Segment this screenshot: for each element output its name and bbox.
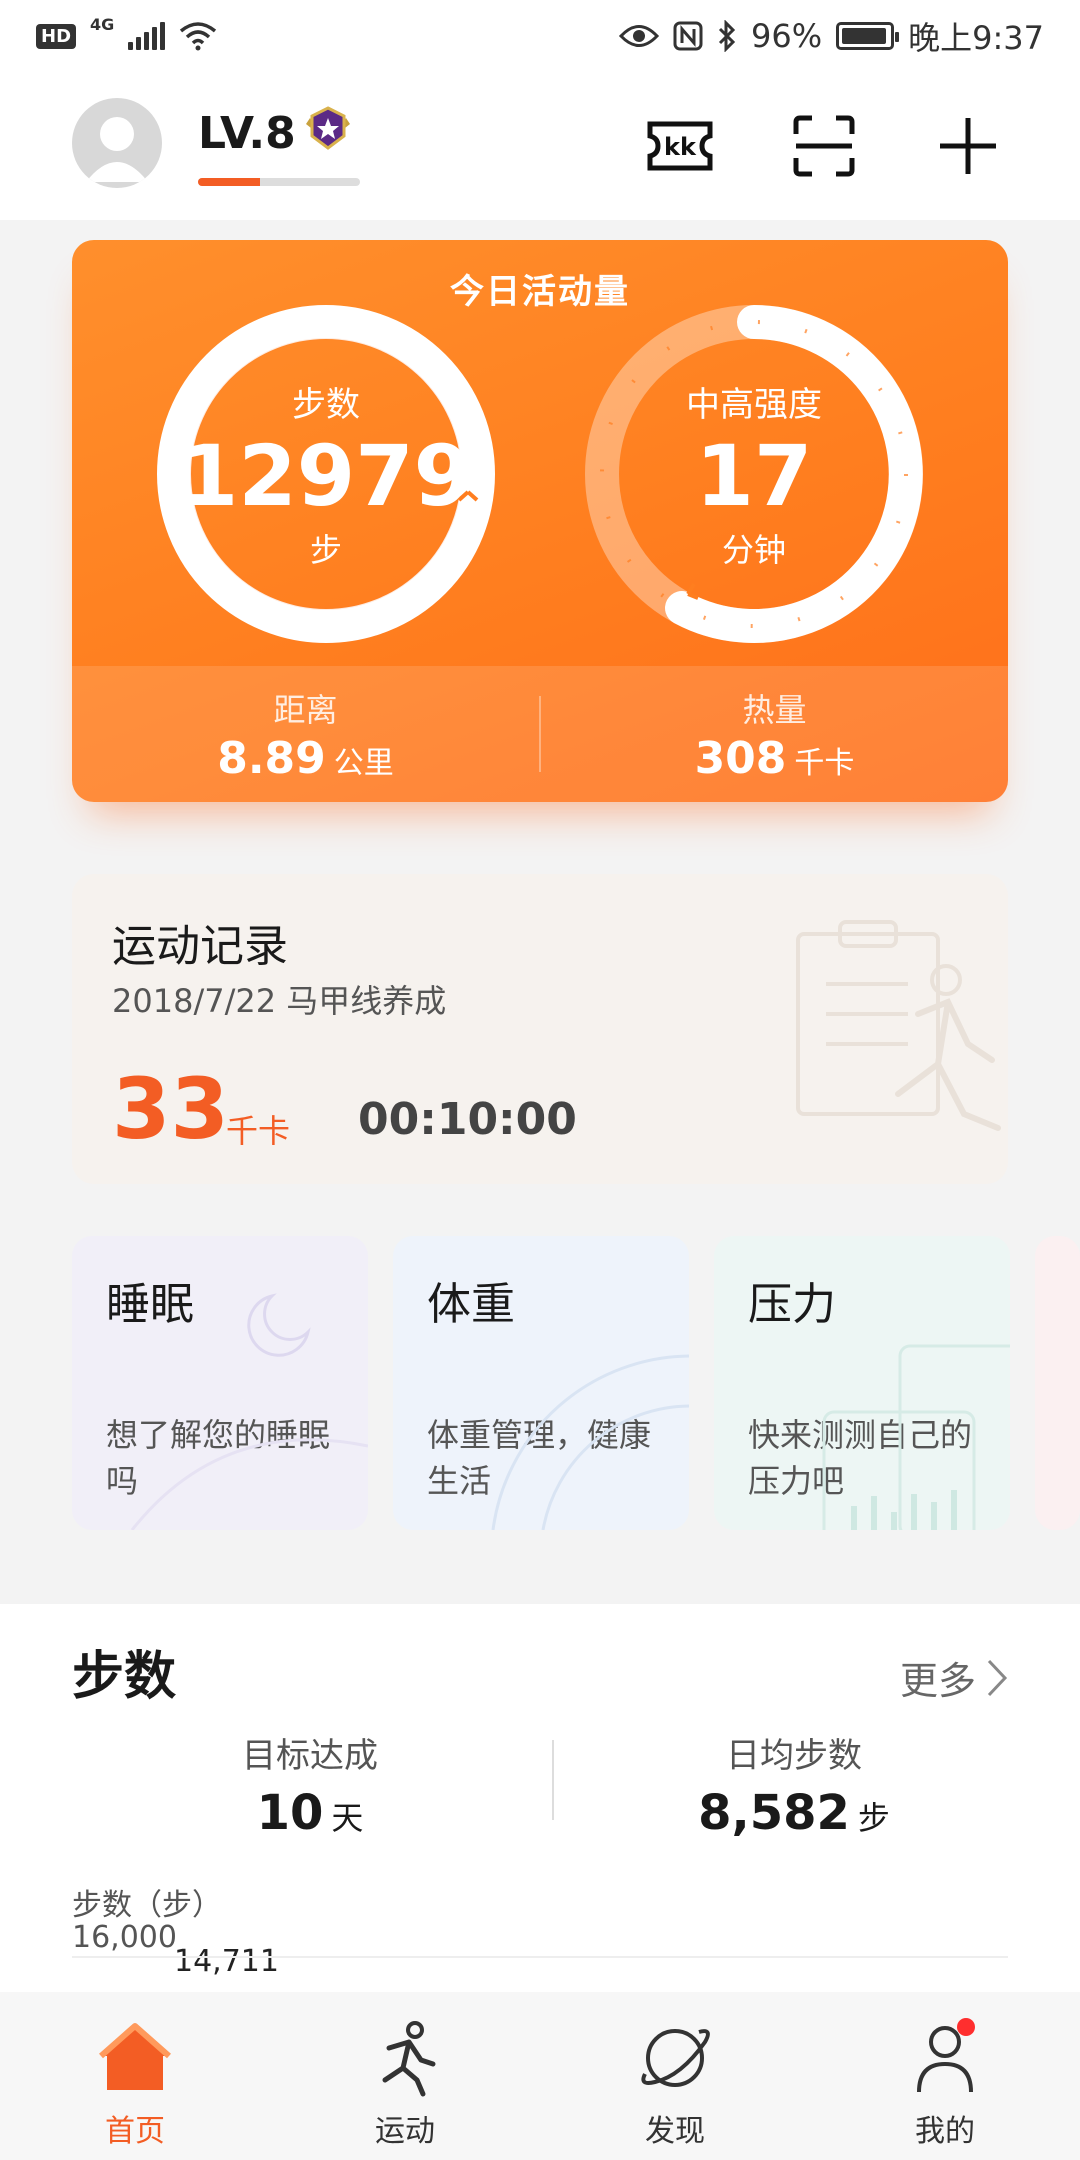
- goal-unit: 天: [331, 1799, 364, 1837]
- goal-achieved-stat: 目标达成 10 天: [100, 1728, 520, 1841]
- moon-icon: [130, 1293, 368, 1530]
- today-activity-card[interactable]: 今日活动量 步数 12979 步 中高强度 17 分钟 距离 8.89 公里 热量…: [72, 240, 1008, 802]
- nfc-icon: [673, 21, 703, 51]
- network-type: 4G: [90, 14, 115, 34]
- divider: [552, 1740, 554, 1820]
- record-duration: 00:10:00: [358, 1094, 577, 1145]
- nav-me[interactable]: 我的: [810, 1992, 1080, 2160]
- activity-footer: 距离 8.89 公里 热量 308 千卡: [72, 666, 1008, 802]
- distance-value: 8.89: [217, 732, 326, 784]
- avg-unit: 步: [857, 1799, 890, 1837]
- clipboard-runner-icon: [796, 920, 1001, 1131]
- chart-peak-label: 14,711: [174, 1944, 279, 1979]
- calories-value: 308: [694, 732, 787, 784]
- running-icon: [382, 2021, 436, 2097]
- intensity-label: 中高强度: [686, 385, 822, 426]
- nav-discover-label: 发现: [645, 2114, 705, 2149]
- bottom-nav: 首页 运动 发现 我的: [0, 1992, 1080, 2160]
- scan-icon[interactable]: [786, 112, 862, 180]
- calories-stat: 热量 308 千卡: [541, 666, 1008, 802]
- record-title: 运动记录: [112, 921, 288, 972]
- battery-percent: 96%: [751, 17, 823, 55]
- chart-gridline: [72, 1956, 1008, 1958]
- stress-chart-icon: [822, 1344, 1010, 1530]
- steps-value: 12979: [179, 427, 473, 526]
- nav-exercise[interactable]: 运动: [270, 1992, 540, 2160]
- level-badge-icon: [306, 106, 350, 150]
- distance-label: 距离: [273, 690, 338, 729]
- more-link[interactable]: 更多: [900, 1650, 1008, 1705]
- level-progress-bar: [198, 178, 360, 186]
- more-label: 更多: [899, 1659, 976, 1703]
- nav-exercise-label: 运动: [375, 2114, 435, 2149]
- wifi-icon: [180, 22, 217, 51]
- scale-icon: [491, 1354, 689, 1530]
- app-header: LV.8 kk: [0, 72, 1080, 220]
- level-label: LV.8: [198, 108, 296, 159]
- record-kcal-unit: 千卡: [226, 1112, 291, 1150]
- steps-label: 步数: [292, 385, 360, 426]
- stress-card[interactable]: 压力 快来测测自己的压力吧: [714, 1236, 1010, 1530]
- nav-discover[interactable]: 发现: [540, 1992, 810, 2160]
- goal-label: 目标达成: [242, 1736, 378, 1776]
- record-kcal: 33: [112, 1060, 229, 1158]
- daily-average-stat: 日均步数 8,582 步: [584, 1728, 1004, 1841]
- steps-unit: 步: [309, 530, 342, 569]
- workout-record-card[interactable]: 运动记录 2018/7/22 马甲线养成 33 千卡 00:10:00: [72, 874, 1008, 1184]
- nav-home-label: 首页: [105, 2114, 165, 2149]
- eye-icon: [619, 25, 659, 47]
- distance-unit: 公里: [333, 745, 394, 781]
- calories-unit: 千卡: [794, 745, 855, 781]
- heart-rate-card-partial[interactable]: [1035, 1236, 1080, 1530]
- chevron-right-icon: [987, 1659, 1008, 1696]
- goal-value: 10: [256, 1785, 324, 1841]
- hd-badge: HD: [36, 23, 77, 49]
- chart-axis-label: 步数（步）: [72, 1888, 222, 1923]
- clock: 晚上9:37: [908, 19, 1044, 57]
- avg-label: 日均步数: [726, 1736, 862, 1776]
- steps-section-title: 步数: [72, 1647, 177, 1707]
- profile-icon: [905, 2018, 985, 2098]
- calories-label: 热量: [742, 690, 807, 729]
- sleep-card[interactable]: 睡眠 想了解您的睡眠吗: [72, 1236, 368, 1530]
- avg-value: 8,582: [698, 1785, 850, 1841]
- nav-me-label: 我的: [915, 2114, 975, 2149]
- notification-dot: [957, 2018, 975, 2036]
- chart-y-max: 16,000: [72, 1920, 177, 1955]
- planet-icon: [641, 2029, 710, 2087]
- status-bar: HD 4G 96% 晚上9:37: [0, 0, 1080, 72]
- intensity-value: 17: [695, 427, 813, 526]
- intensity-unit: 分钟: [721, 530, 786, 569]
- intensity-ring-text: 中高强度 17 分钟: [584, 304, 924, 644]
- bluetooth-icon: [718, 20, 736, 52]
- avatar[interactable]: [72, 98, 162, 188]
- record-subtitle: 2018/7/22 马甲线养成: [112, 982, 447, 1020]
- signal-icon: [128, 22, 166, 50]
- svg-text:kk: kk: [664, 133, 697, 161]
- battery-icon: [836, 22, 900, 50]
- distance-stat: 距离 8.89 公里: [72, 666, 539, 802]
- ticket-kk-icon[interactable]: kk: [642, 112, 718, 180]
- nav-home[interactable]: 首页: [0, 1992, 270, 2160]
- steps-section: 步数 更多 目标达成 10 天 日均步数 8,582 步 步数（步） 16,000 …: [0, 1604, 1080, 2004]
- add-icon[interactable]: [930, 112, 1006, 180]
- steps-ring-text: 步数 12979 步: [156, 304, 496, 644]
- home-icon: [99, 2023, 171, 2090]
- weight-card[interactable]: 体重 体重管理，健康生活: [393, 1236, 689, 1530]
